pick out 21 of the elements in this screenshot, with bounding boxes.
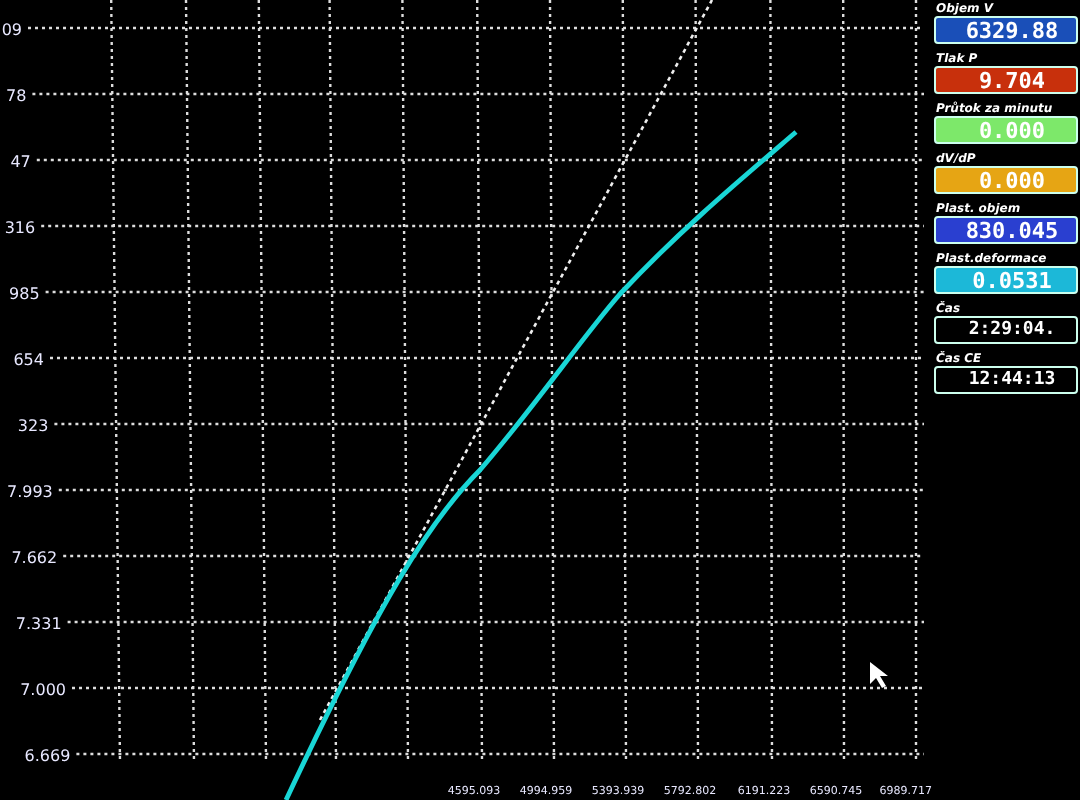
readout-value: 0.0531 [934,266,1078,294]
axis-label: 7.000 [20,681,66,699]
readout-value: 830.045 [934,216,1078,244]
readout-value: 6329.88 [934,16,1078,44]
readout-value: 0.000 [934,166,1078,194]
axis-label: 47 [10,153,31,171]
axis-label: 654 [13,351,44,369]
axis-label: 985 [9,285,40,303]
axis-label: 7.331 [15,615,62,633]
axis-label: 6.669 [24,747,71,765]
readout-value: 2:29:04. [934,316,1078,344]
readout-value: 0.000 [934,116,1078,144]
axis-label: 78 [6,87,27,105]
cursor-icon [870,662,888,688]
readout-value: 9.704 [934,66,1078,94]
axis-label: 7.993 [7,483,53,501]
axis-label: 323 [17,417,49,435]
axis-label: 316 [4,219,36,237]
axis-label: 09 [1,21,22,39]
axis-label: 7.662 [11,549,58,567]
readout-value: 12:44:13 [934,366,1078,394]
